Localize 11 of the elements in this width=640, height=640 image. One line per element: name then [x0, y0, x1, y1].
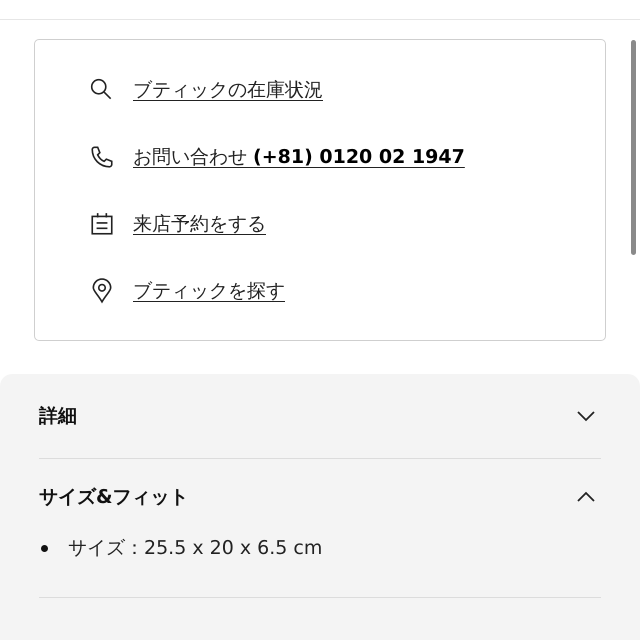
scrollbar-thumb[interactable]	[631, 40, 636, 255]
contact-link[interactable]: お問い合わせ (+81) 0120 02 1947	[133, 144, 465, 170]
contact-link[interactable]: ブティックを探す	[133, 278, 285, 304]
contact-link[interactable]: ブティックの在庫状況	[133, 76, 323, 102]
accordion-title[interactable]: サイズ&フィット	[39, 484, 189, 510]
size-text: サイズ：25.5 x 20 x 6.5 cm	[68, 536, 322, 561]
contact-link[interactable]: 来店予約をする	[133, 210, 266, 236]
accordion-title[interactable]: 詳細	[39, 403, 77, 429]
bullet-icon	[41, 544, 48, 552]
calendar-icon	[89, 210, 115, 236]
phone-icon	[89, 144, 115, 170]
